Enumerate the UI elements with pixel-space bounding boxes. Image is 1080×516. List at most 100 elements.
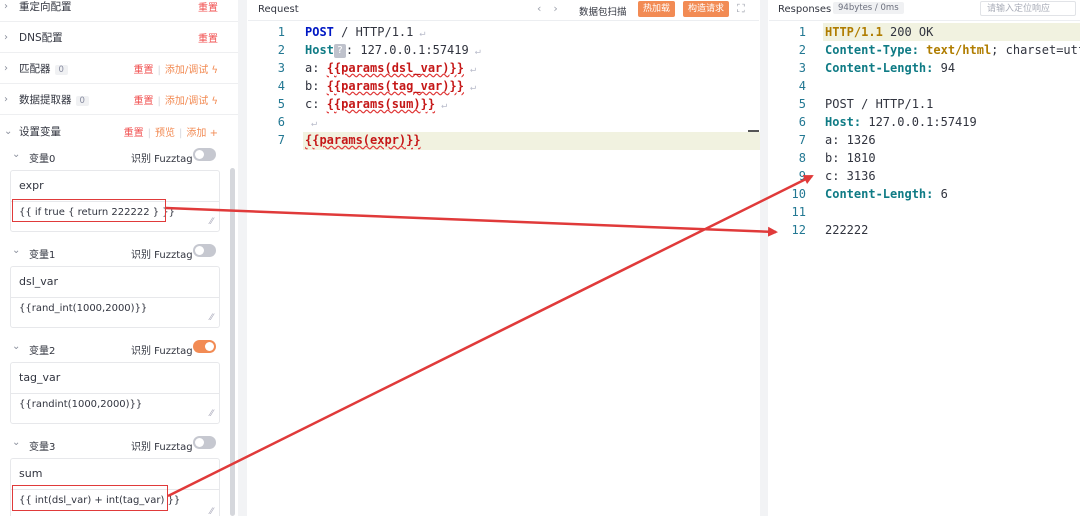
variable-value-input[interactable]: {{rand_int(1000,2000)}} xyxy=(19,303,147,314)
locate-response-input[interactable]: 请输入定位响应 xyxy=(980,1,1076,16)
code-token: : 127.0.0.1:57419 xyxy=(345,43,469,57)
response-title: Responses xyxy=(778,4,832,15)
chevron-right-icon[interactable]: › xyxy=(4,32,8,43)
variable-label: 变量2 xyxy=(29,346,56,357)
plus-icon: + xyxy=(209,127,218,139)
packet-scan-button[interactable]: 数据包扫描 xyxy=(579,4,627,18)
code-token: POST xyxy=(305,25,334,39)
variable-header[interactable]: ⌄ 变量1 识别 Fuzztag xyxy=(0,242,230,264)
line-break-icon: ↵ xyxy=(468,46,481,57)
code-token: ; charset=utf xyxy=(991,43,1080,57)
variable-card: tag_var {{randint(1000,2000)}} ⁄⁄ xyxy=(10,362,220,424)
reset-button[interactable]: 重置 xyxy=(124,128,144,139)
code-token: {{params(tag_var)}} xyxy=(326,79,464,93)
response-editor[interactable]: 1 HTTP/1.1 200 OK 2 Content-Type: text/html… xyxy=(776,23,1080,513)
code-token: {{params(expr)}} xyxy=(305,133,421,147)
add-debug-label: 添加/调试 xyxy=(164,65,209,76)
fuzztag-toggle[interactable] xyxy=(193,436,216,449)
line-number: 1 xyxy=(277,25,285,39)
add-debug-button[interactable]: 添加/调试 ϟ xyxy=(165,96,218,107)
divider xyxy=(11,297,219,298)
section-extractor[interactable]: › 数据提取器 0 重置 | 添加/调试 ϟ xyxy=(0,85,238,115)
add-debug-button[interactable]: 添加/调试 ϟ xyxy=(165,65,218,76)
resize-handle-icon[interactable]: ⁄⁄ xyxy=(210,217,213,227)
code-token: Host xyxy=(305,43,334,57)
code-text: Content-Length: 6 xyxy=(825,185,948,203)
request-editor[interactable]: 1 POST / HTTP/1.1 ↵ 2 Host?: 127.0.0.1:5741… xyxy=(255,23,760,513)
section-title: 设置变量 xyxy=(19,125,61,138)
variable-value-input[interactable]: {{randint(1000,2000)}} xyxy=(19,399,142,410)
fullscreen-icon[interactable]: ⛶ xyxy=(737,2,745,16)
section-matcher[interactable]: › 匹配器 0 重置 | 添加/调试 ϟ xyxy=(0,54,238,84)
reset-button[interactable]: 重置 xyxy=(133,65,153,76)
section-redirect[interactable]: › 重定向配置 重置 xyxy=(0,0,238,22)
section-dns[interactable]: › DNS配置 重置 xyxy=(0,23,238,53)
code-token: 127.0.0.1:57419 xyxy=(861,115,977,129)
resize-handle-icon[interactable]: ⁄⁄ xyxy=(210,313,213,323)
code-token: 222222 xyxy=(825,223,869,237)
chevron-down-icon[interactable]: ⌄ xyxy=(4,126,12,137)
code-token: Content-Type: xyxy=(825,43,919,57)
variable-header[interactable]: ⌄ 变量0 识别 Fuzztag xyxy=(0,146,230,168)
code-text: Content-Length: 94 xyxy=(825,59,955,77)
variable-key-input[interactable]: sum xyxy=(19,467,42,480)
line-number: 11 xyxy=(791,205,806,219)
code-text: ↵ xyxy=(305,113,317,133)
line-number: 7 xyxy=(277,133,285,147)
next-icon[interactable]: › xyxy=(553,2,569,15)
variable-header[interactable]: ⌄ 变量3 识别 Fuzztag xyxy=(0,434,230,456)
line-number: 5 xyxy=(277,97,285,111)
chevron-down-icon[interactable]: ⌄ xyxy=(12,341,20,352)
reset-button[interactable]: 重置 xyxy=(198,3,218,14)
chevron-down-icon[interactable]: ⌄ xyxy=(12,437,20,448)
code-text: Host: 127.0.0.1:57419 xyxy=(825,113,977,131)
variable-key-input[interactable]: dsl_var xyxy=(19,275,58,288)
code-text: HTTP/1.1 200 OK xyxy=(825,23,933,41)
code-text: Host?: 127.0.0.1:57419 ↵ xyxy=(305,41,481,61)
chevron-down-icon[interactable]: ⌄ xyxy=(12,149,20,160)
code-token: {{params(sum)}} xyxy=(326,97,436,111)
highlight-box xyxy=(12,485,168,511)
request-title: Request xyxy=(258,4,299,15)
chevron-right-icon[interactable]: › xyxy=(4,1,8,12)
section-set-variables[interactable]: ⌄ 设置变量 重置 | 预览 | 添加 + xyxy=(0,116,238,146)
fuzztag-toggle[interactable] xyxy=(193,148,216,161)
variable-header[interactable]: ⌄ 变量2 识别 Fuzztag xyxy=(0,338,230,360)
bolt-icon: ϟ xyxy=(211,96,218,107)
fuzztag-toggle[interactable] xyxy=(193,244,216,257)
chevron-right-icon[interactable]: › xyxy=(4,63,8,74)
reset-button[interactable]: 重置 xyxy=(198,34,218,45)
code-text: POST / HTTP/1.1 xyxy=(825,95,933,113)
line-number: 3 xyxy=(277,61,285,75)
fuzztag-label: 识别 Fuzztag xyxy=(131,154,193,165)
section-title-text: 匹配器 xyxy=(19,63,51,75)
splitter[interactable] xyxy=(238,0,247,516)
response-toolbar: Responses 94bytes / 0ms 请输入定位响应 xyxy=(769,0,1080,21)
code-text: b: {{params(tag_var)}} ↵ xyxy=(305,77,476,97)
fuzztag-toggle[interactable] xyxy=(193,340,216,353)
reset-button[interactable]: 重置 xyxy=(133,96,153,107)
preview-button[interactable]: 预览 xyxy=(155,128,175,139)
chevron-down-icon[interactable]: ⌄ xyxy=(12,245,20,256)
line-number: 5 xyxy=(798,97,806,111)
add-label: 添加 xyxy=(186,127,207,139)
variable-key-input[interactable]: tag_var xyxy=(19,371,60,384)
chevron-right-icon[interactable]: › xyxy=(4,94,8,105)
resize-handle-icon[interactable]: ⁄⁄ xyxy=(210,507,213,516)
build-request-button[interactable]: 构造请求 xyxy=(683,1,730,17)
code-text: 222222 xyxy=(825,221,868,239)
request-toolbar: Request ‹› 数据包扫描 热加载 构造请求 ⛶ xyxy=(248,0,759,21)
add-variable-button[interactable]: 添加 + xyxy=(186,128,218,139)
splitter[interactable] xyxy=(760,0,768,516)
resize-handle-icon[interactable]: ⁄⁄ xyxy=(210,409,213,419)
line-break-icon: ↵ xyxy=(305,118,318,129)
scrollbar[interactable] xyxy=(230,168,235,516)
variable-key-input[interactable]: expr xyxy=(19,179,44,192)
fuzztag-label: 识别 Fuzztag xyxy=(131,346,193,357)
code-token: Content-Length: xyxy=(825,61,934,75)
code-token: a: xyxy=(305,61,327,75)
prev-icon[interactable]: ‹ xyxy=(537,2,553,15)
line-number: 9 xyxy=(798,169,806,183)
section-title: 重定向配置 xyxy=(19,1,72,13)
hot-load-button[interactable]: 热加载 xyxy=(638,1,676,17)
